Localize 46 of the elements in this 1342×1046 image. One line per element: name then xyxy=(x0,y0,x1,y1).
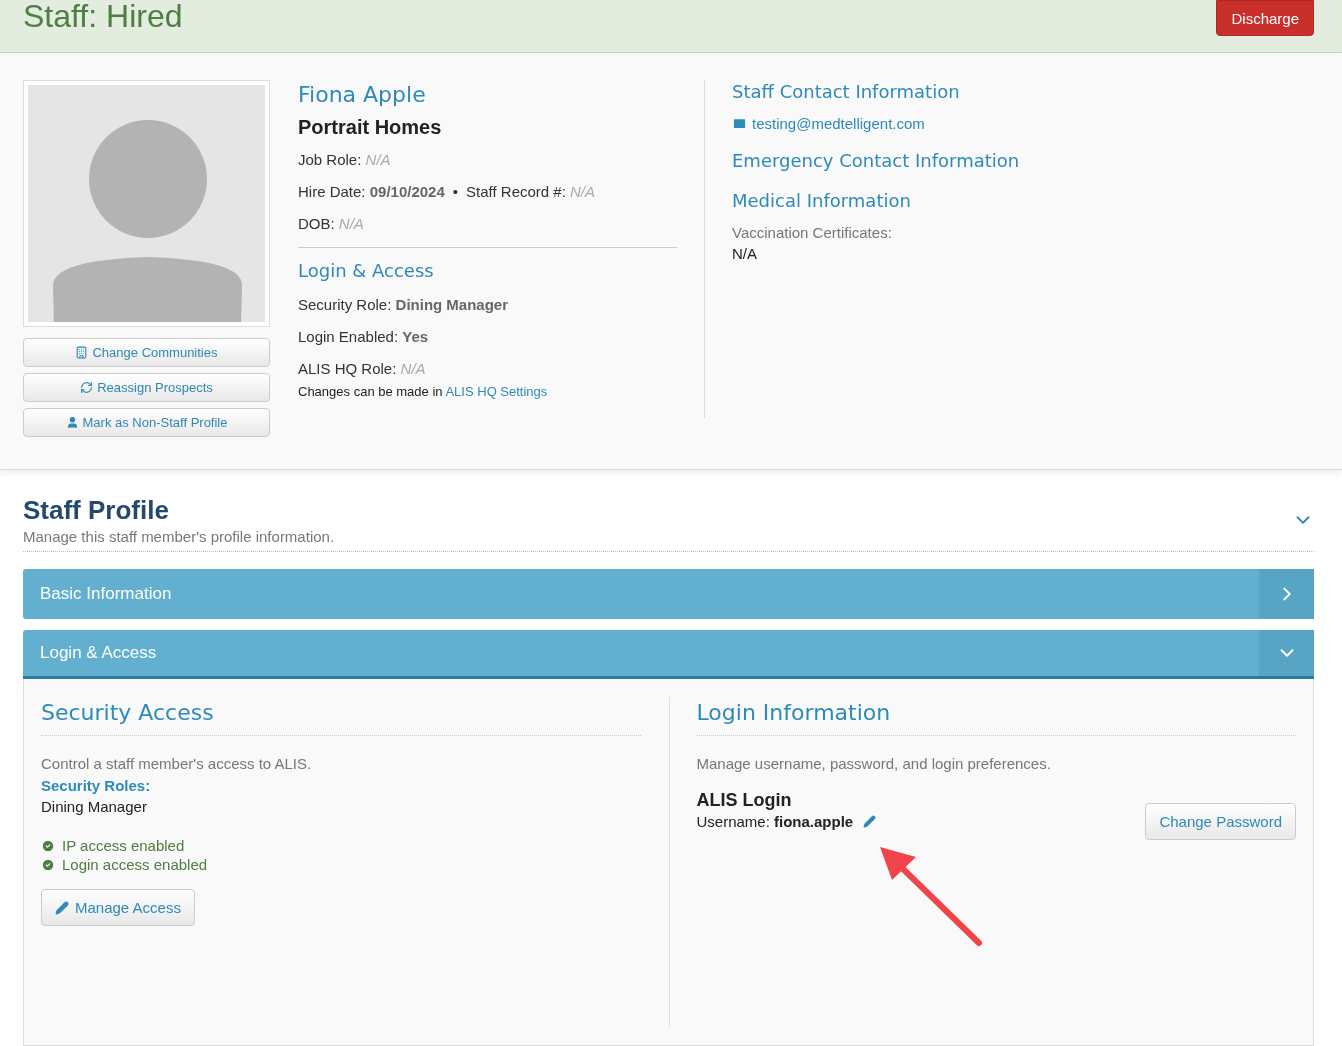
detail-field: Job Role: N/A xyxy=(298,149,391,171)
building-icon xyxy=(75,346,89,359)
discharge-button[interactable]: Discharge xyxy=(1216,0,1314,36)
pencil-icon xyxy=(55,900,69,915)
section-heading: Login & Access xyxy=(298,259,435,283)
refresh-icon xyxy=(80,381,94,394)
accordion-header[interactable]: Basic Information xyxy=(23,569,1314,619)
status-label: Login access enabled xyxy=(62,856,208,873)
pencil-icon[interactable] xyxy=(863,815,877,828)
detail-field: Login Enabled: Yes xyxy=(298,326,429,348)
section-heading: Staff Contact Information xyxy=(732,80,961,104)
status-label: IP access enabled xyxy=(62,837,185,854)
block-description: Manage username, password, and login preferences. xyxy=(696,755,1052,772)
vaccination-label: Vaccination Certificates: xyxy=(732,224,893,241)
community-name: Portrait Homes xyxy=(298,115,443,139)
detail-field: DOB: N/A xyxy=(298,213,364,235)
action-button[interactable]: Mark as Non-Staff Profile xyxy=(23,408,270,437)
profile-title: Staff Profile xyxy=(23,494,170,526)
page-title: Staff: Hired xyxy=(23,0,183,36)
section-heading: Medical Information xyxy=(732,189,912,213)
username-text: Username: fiona.apple xyxy=(696,813,854,830)
change-password-button[interactable]: Change Password xyxy=(1145,803,1296,840)
detail-field: ALIS HQ Role: N/A xyxy=(298,358,426,380)
block-description: Control a staff member's access to ALIS. xyxy=(41,755,313,772)
settings-note: Changes can be made in ALIS HQ Settings xyxy=(298,384,549,399)
settings-link[interactable]: ALIS HQ Settings xyxy=(445,384,548,399)
accordion-header[interactable]: Login & Access xyxy=(23,630,1314,679)
role-name: Dining Manager xyxy=(41,798,148,815)
manage-access-button[interactable]: Manage Access xyxy=(41,889,195,926)
detail-field: Staff Record #: N/A xyxy=(466,181,595,203)
block-title: Login Information xyxy=(696,697,1296,736)
vaccination-value: N/A xyxy=(732,245,758,262)
detail-field: Hire Date: 09/10/2024 xyxy=(298,181,445,203)
section-heading: Emergency Contact Information xyxy=(732,149,1020,173)
action-button[interactable]: Change Communities xyxy=(23,338,270,367)
avatar-placeholder-icon xyxy=(28,85,265,322)
detail-field: Security Role: Dining Manager xyxy=(298,294,509,316)
login-heading: ALIS Login xyxy=(696,790,793,811)
block-title: Security Access xyxy=(41,697,641,736)
action-button[interactable]: Reassign Prospects xyxy=(23,373,270,402)
user-icon xyxy=(65,416,79,429)
profile-subtitle: Manage this staff member's profile information. xyxy=(23,528,335,545)
email-link[interactable]: testing@medtelligent.com xyxy=(752,115,925,132)
staff-name: Fiona Apple xyxy=(298,81,427,109)
roles-label: Security Roles: xyxy=(41,777,152,794)
separator-dot: • xyxy=(452,182,459,202)
